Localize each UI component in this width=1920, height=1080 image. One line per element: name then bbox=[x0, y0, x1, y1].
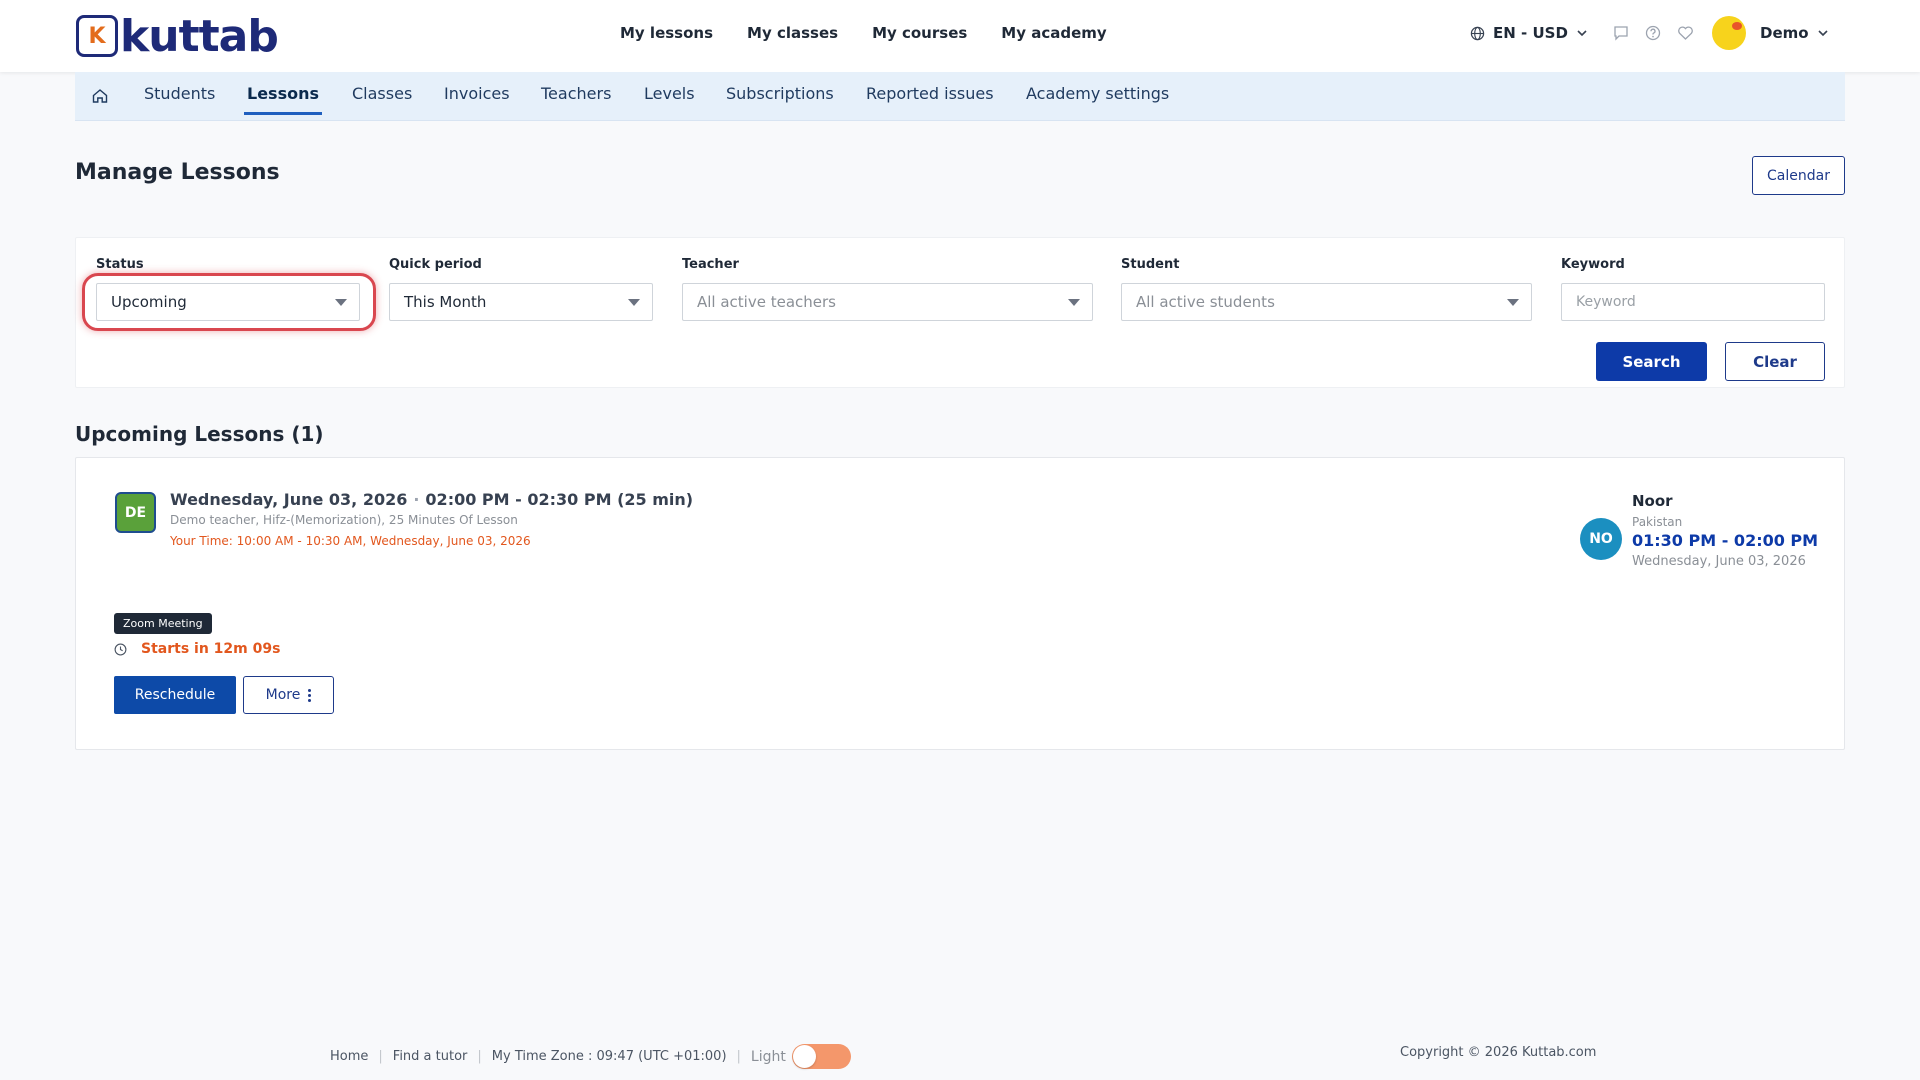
student-local-date: Wednesday, June 03, 2026 bbox=[1632, 554, 1806, 569]
tab-academy-settings[interactable]: Academy settings bbox=[1026, 84, 1169, 103]
student-local-time: 01:30 PM - 02:00 PM bbox=[1632, 531, 1819, 550]
header-icons bbox=[1612, 24, 1694, 42]
quick-period-select[interactable]: This Month bbox=[389, 283, 653, 321]
footer-timezone[interactable]: My Time Zone : 09:47 (UTC +01:00) bbox=[492, 1049, 727, 1064]
student-label: Student bbox=[1121, 257, 1180, 272]
lesson-datetime: Wednesday, June 03, 2026 · 02:00 PM - 02:3… bbox=[170, 490, 693, 509]
search-button[interactable]: Search bbox=[1596, 342, 1707, 381]
more-button[interactable]: More bbox=[243, 676, 334, 714]
keyword-label: Keyword bbox=[1561, 257, 1625, 272]
upcoming-lessons-title: Upcoming Lessons (1) bbox=[75, 422, 324, 446]
footer: Home | Find a tutor | My Time Zone : 09:… bbox=[330, 1044, 851, 1069]
lesson-your-time: Your Time: 10:00 AM - 10:30 AM, Wednesda… bbox=[170, 534, 531, 548]
caret-down-icon bbox=[628, 299, 640, 306]
student-select-placeholder: All active students bbox=[1136, 293, 1275, 311]
avatar bbox=[1712, 16, 1746, 50]
lesson-card: DE Wednesday, June 03, 2026 · 02:00 PM - 0… bbox=[75, 457, 1845, 750]
status-label: Status bbox=[96, 257, 144, 272]
student-select[interactable]: All active students bbox=[1121, 283, 1532, 321]
tab-classes[interactable]: Classes bbox=[352, 84, 412, 103]
footer-separator: | bbox=[378, 1049, 383, 1064]
clear-button[interactable]: Clear bbox=[1725, 342, 1825, 381]
footer-link-find-tutor[interactable]: Find a tutor bbox=[393, 1049, 468, 1064]
lesson-date: Wednesday, June 03, 2026 bbox=[170, 490, 408, 509]
logo-letter: K bbox=[88, 23, 106, 49]
tab-reported-issues[interactable]: Reported issues bbox=[866, 84, 994, 103]
starts-in-text: Starts in 12m 09s bbox=[141, 641, 281, 657]
more-vertical-icon bbox=[308, 688, 312, 702]
calendar-button[interactable]: Calendar bbox=[1752, 156, 1845, 195]
help-icon[interactable] bbox=[1644, 24, 1662, 42]
meeting-type-badge: Zoom Meeting bbox=[114, 613, 212, 634]
heart-icon[interactable] bbox=[1676, 24, 1694, 42]
nav-my-classes[interactable]: My classes bbox=[747, 24, 838, 42]
status-select-value: Upcoming bbox=[111, 293, 187, 311]
caret-down-icon bbox=[1068, 299, 1080, 306]
theme-label: Light bbox=[750, 1048, 786, 1065]
keyword-input[interactable] bbox=[1561, 283, 1825, 321]
lesson-filters: Status Quick period Teacher Student Keyw… bbox=[75, 237, 1845, 388]
tab-levels[interactable]: Levels bbox=[644, 84, 695, 103]
reschedule-button[interactable]: Reschedule bbox=[114, 676, 236, 714]
tab-invoices[interactable]: Invoices bbox=[444, 84, 510, 103]
student-avatar: NO bbox=[1580, 518, 1622, 560]
top-header: K kuttab My lessons My classes My course… bbox=[0, 0, 1920, 72]
page-title: Manage Lessons bbox=[75, 160, 280, 185]
teacher-avatar: DE bbox=[115, 492, 156, 533]
chevron-down-icon bbox=[1817, 30, 1828, 37]
copyright: Copyright © 2026 Kuttab.com bbox=[1400, 1045, 1597, 1060]
user-name: Demo bbox=[1760, 24, 1809, 42]
language-currency-label: EN - USD bbox=[1493, 24, 1568, 42]
separator-dot: · bbox=[413, 490, 420, 509]
nav-my-academy[interactable]: My academy bbox=[1001, 24, 1106, 42]
student-name: Noor bbox=[1632, 492, 1673, 510]
footer-separator: | bbox=[477, 1049, 482, 1064]
tab-subscriptions[interactable]: Subscriptions bbox=[726, 84, 834, 103]
logo-mark-icon: K bbox=[76, 15, 118, 57]
logo-word: kuttab bbox=[120, 10, 279, 62]
caret-down-icon bbox=[335, 299, 347, 306]
nav-my-lessons[interactable]: My lessons bbox=[620, 24, 713, 42]
tab-teachers[interactable]: Teachers bbox=[541, 84, 611, 103]
messages-icon[interactable] bbox=[1612, 24, 1630, 42]
status-select[interactable]: Upcoming bbox=[96, 283, 360, 321]
user-menu[interactable]: Demo bbox=[1712, 16, 1829, 50]
teacher-label: Teacher bbox=[682, 257, 739, 272]
quick-period-value: This Month bbox=[404, 293, 487, 311]
teacher-select-placeholder: All active teachers bbox=[697, 293, 836, 311]
kuttab-logo[interactable]: K kuttab bbox=[76, 11, 279, 62]
tab-students[interactable]: Students bbox=[144, 84, 215, 103]
nav-my-courses[interactable]: My courses bbox=[872, 24, 967, 42]
academy-subnav: Students Lessons Classes Invoices Teache… bbox=[75, 72, 1845, 121]
tab-lessons[interactable]: Lessons bbox=[244, 84, 322, 115]
theme-toggle[interactable] bbox=[791, 1044, 851, 1069]
starts-in-countdown: Starts in 12m 09s bbox=[114, 641, 280, 657]
footer-link-home[interactable]: Home bbox=[330, 1049, 368, 1064]
chevron-down-icon bbox=[1577, 30, 1587, 37]
quick-period-label: Quick period bbox=[389, 257, 482, 272]
student-country: Pakistan bbox=[1632, 515, 1683, 529]
main-nav: My lessons My classes My courses My acad… bbox=[620, 24, 1107, 42]
language-currency-selector[interactable]: EN - USD bbox=[1470, 24, 1588, 42]
lesson-details: Demo teacher, Hifz-(Memorization), 25 Mi… bbox=[170, 513, 518, 527]
globe-icon bbox=[1470, 26, 1485, 40]
caret-down-icon bbox=[1507, 299, 1519, 306]
clock-icon bbox=[114, 643, 127, 655]
footer-separator: | bbox=[736, 1049, 741, 1064]
lesson-time-range: 02:00 PM - 02:30 PM (25 min) bbox=[425, 490, 694, 509]
home-icon[interactable] bbox=[91, 87, 109, 105]
more-label: More bbox=[265, 687, 301, 703]
teacher-select[interactable]: All active teachers bbox=[682, 283, 1093, 321]
